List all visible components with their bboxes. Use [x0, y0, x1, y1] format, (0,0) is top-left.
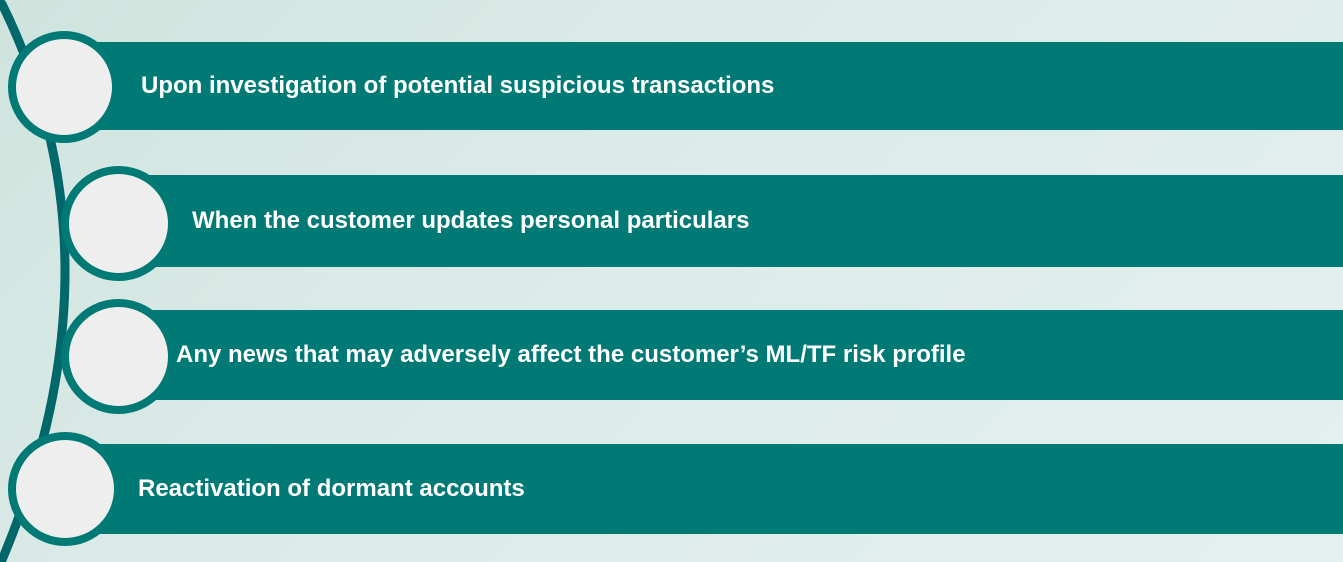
bullet-circle-4 — [8, 432, 122, 546]
list-item-bar-3: Any news that may adversely affect the c… — [110, 310, 1343, 400]
list-item-bar-4: Reactivation of dormant accounts — [86, 444, 1343, 534]
bullet-circle-3 — [61, 299, 176, 414]
list-item-label: Upon investigation of potential suspicio… — [141, 72, 775, 99]
diagram-canvas: Upon investigation of potential suspicio… — [0, 0, 1343, 562]
list-item-label: Reactivation of dormant accounts — [138, 475, 525, 502]
bullet-circle-2 — [61, 166, 176, 281]
list-item-bar-2: When the customer updates personal parti… — [110, 175, 1343, 267]
bullet-circle-1 — [8, 31, 120, 143]
list-item-bar-1: Upon investigation of potential suspicio… — [86, 42, 1343, 130]
list-item-label: Any news that may adversely affect the c… — [176, 341, 966, 368]
list-item-label: When the customer updates personal parti… — [192, 207, 750, 234]
